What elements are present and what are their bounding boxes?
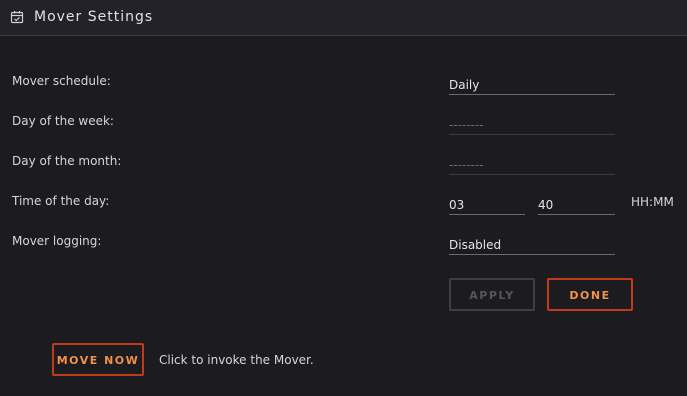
page-title: Mover Settings xyxy=(34,9,154,25)
day-of-month-select[interactable]: -------- xyxy=(449,155,615,175)
day-of-week-value: -------- xyxy=(449,118,484,132)
calendar-icon xyxy=(10,11,24,24)
day-of-month-value: -------- xyxy=(449,158,484,172)
apply-button[interactable]: APPLY xyxy=(449,278,535,311)
mover-schedule-select[interactable]: Daily xyxy=(449,75,615,95)
minute-value: 40 xyxy=(538,198,554,212)
hour-value: 03 xyxy=(449,198,465,212)
mover-schedule-label: Mover schedule: xyxy=(12,74,111,88)
day-of-week-select[interactable]: -------- xyxy=(449,115,615,135)
title-bar: Mover Settings xyxy=(0,0,687,36)
done-button[interactable]: DONE xyxy=(547,278,633,311)
mover-logging-label: Mover logging: xyxy=(12,234,102,248)
mover-logging-select[interactable]: Disabled xyxy=(449,235,615,255)
day-of-week-label: Day of the week: xyxy=(12,114,114,128)
minute-select[interactable]: 40 xyxy=(538,195,615,215)
hour-select[interactable]: 03 xyxy=(449,195,525,215)
day-of-month-label: Day of the month: xyxy=(12,154,122,168)
mover-schedule-value: Daily xyxy=(449,78,480,92)
time-of-day-label: Time of the day: xyxy=(12,194,110,208)
move-now-button[interactable]: MOVE NOW xyxy=(52,343,144,376)
time-format-label: HH:MM xyxy=(631,195,674,209)
mover-logging-value: Disabled xyxy=(449,238,502,252)
move-now-description: Click to invoke the Mover. xyxy=(159,353,314,367)
